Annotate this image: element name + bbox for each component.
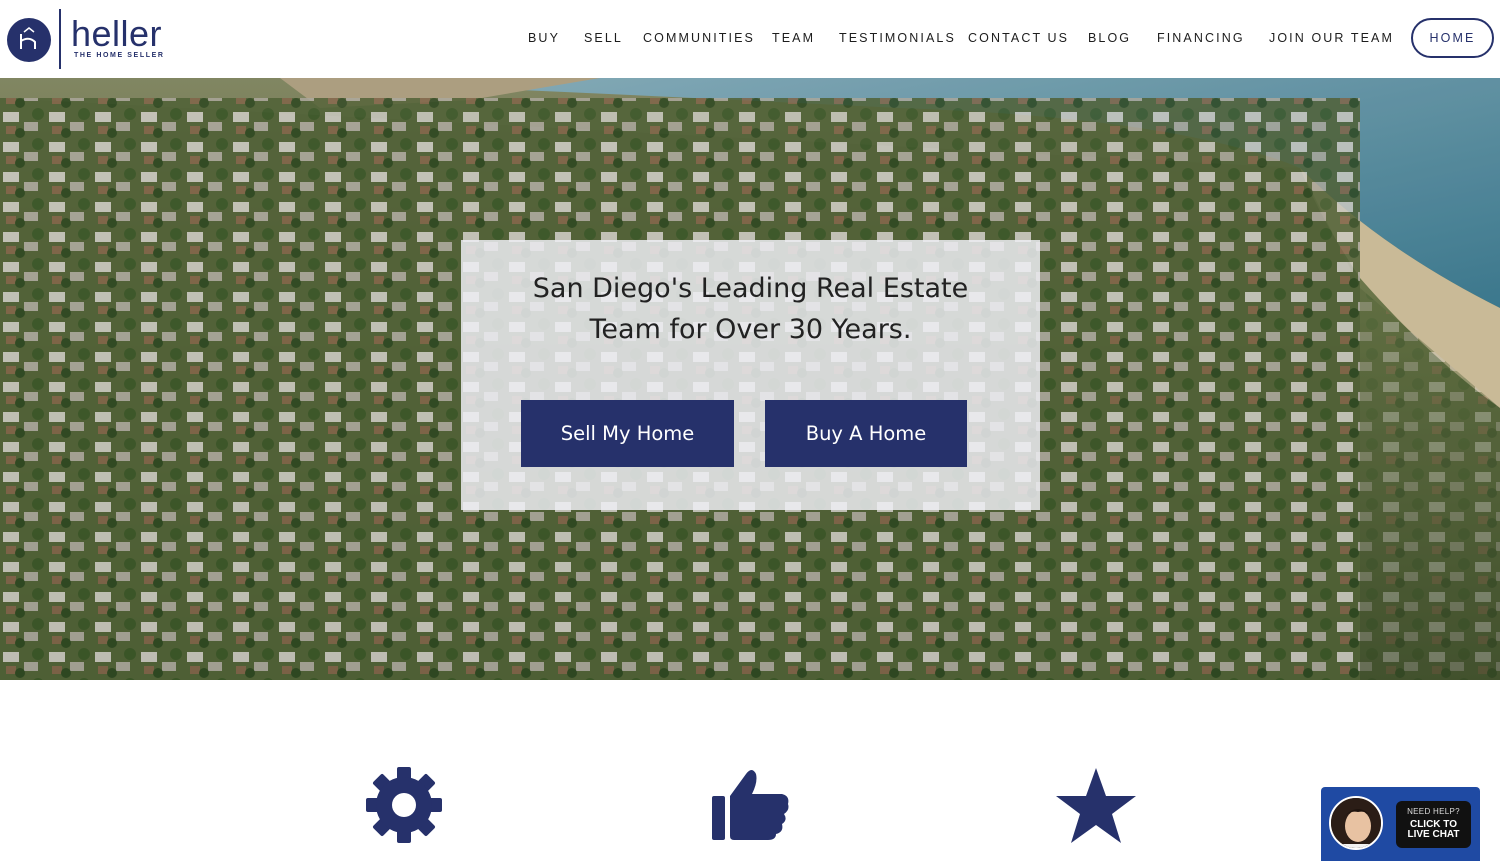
hero-section: San Diego's Leading Real Estate Team for… bbox=[0, 78, 1500, 680]
nav-join-our-team[interactable]: JOIN OUR TEAM bbox=[1269, 31, 1394, 45]
thumbs-up-icon bbox=[710, 766, 790, 851]
chat-bubble[interactable]: NEED HELP? CLICK TO LIVE CHAT bbox=[1396, 801, 1471, 848]
live-chat-widget[interactable]: NEED HELP? CLICK TO LIVE CHAT bbox=[1321, 787, 1480, 861]
chat-cta-line-2: LIVE CHAT bbox=[1407, 829, 1460, 840]
hero-card: San Diego's Leading Real Estate Team for… bbox=[461, 240, 1040, 510]
nav-buy[interactable]: BUY bbox=[528, 31, 560, 45]
nav-financing[interactable]: FINANCING bbox=[1157, 31, 1245, 45]
main-nav: BUY SELL COMMUNITIES TEAM TESTIMONIALS C… bbox=[0, 0, 1500, 78]
nav-contact-us[interactable]: CONTACT US bbox=[968, 31, 1069, 45]
nav-sell[interactable]: SELL bbox=[584, 31, 623, 45]
chat-question: NEED HELP? bbox=[1407, 807, 1460, 816]
site-header: heller THE HOME SELLER BUY SELL COMMUNIT… bbox=[0, 0, 1500, 78]
hero-title: San Diego's Leading Real Estate Team for… bbox=[461, 268, 1040, 350]
hero-title-line-2: Team for Over 30 Years. bbox=[589, 314, 912, 345]
chat-agent-avatar bbox=[1329, 796, 1383, 850]
nav-home-button[interactable]: HOME bbox=[1411, 18, 1494, 58]
buy-a-home-button[interactable]: Buy A Home bbox=[765, 400, 967, 467]
sell-my-home-button[interactable]: Sell My Home bbox=[521, 400, 734, 467]
nav-team[interactable]: TEAM bbox=[772, 31, 815, 45]
nav-testimonials[interactable]: TESTIMONIALS bbox=[839, 31, 956, 45]
hero-title-line-1: San Diego's Leading Real Estate bbox=[532, 273, 969, 304]
nav-communities[interactable]: COMMUNITIES bbox=[643, 31, 755, 45]
chat-cta: CLICK TO LIVE CHAT bbox=[1396, 820, 1471, 840]
gear-icon bbox=[365, 766, 445, 851]
nav-blog[interactable]: BLOG bbox=[1088, 31, 1131, 45]
star-icon bbox=[1056, 766, 1136, 851]
